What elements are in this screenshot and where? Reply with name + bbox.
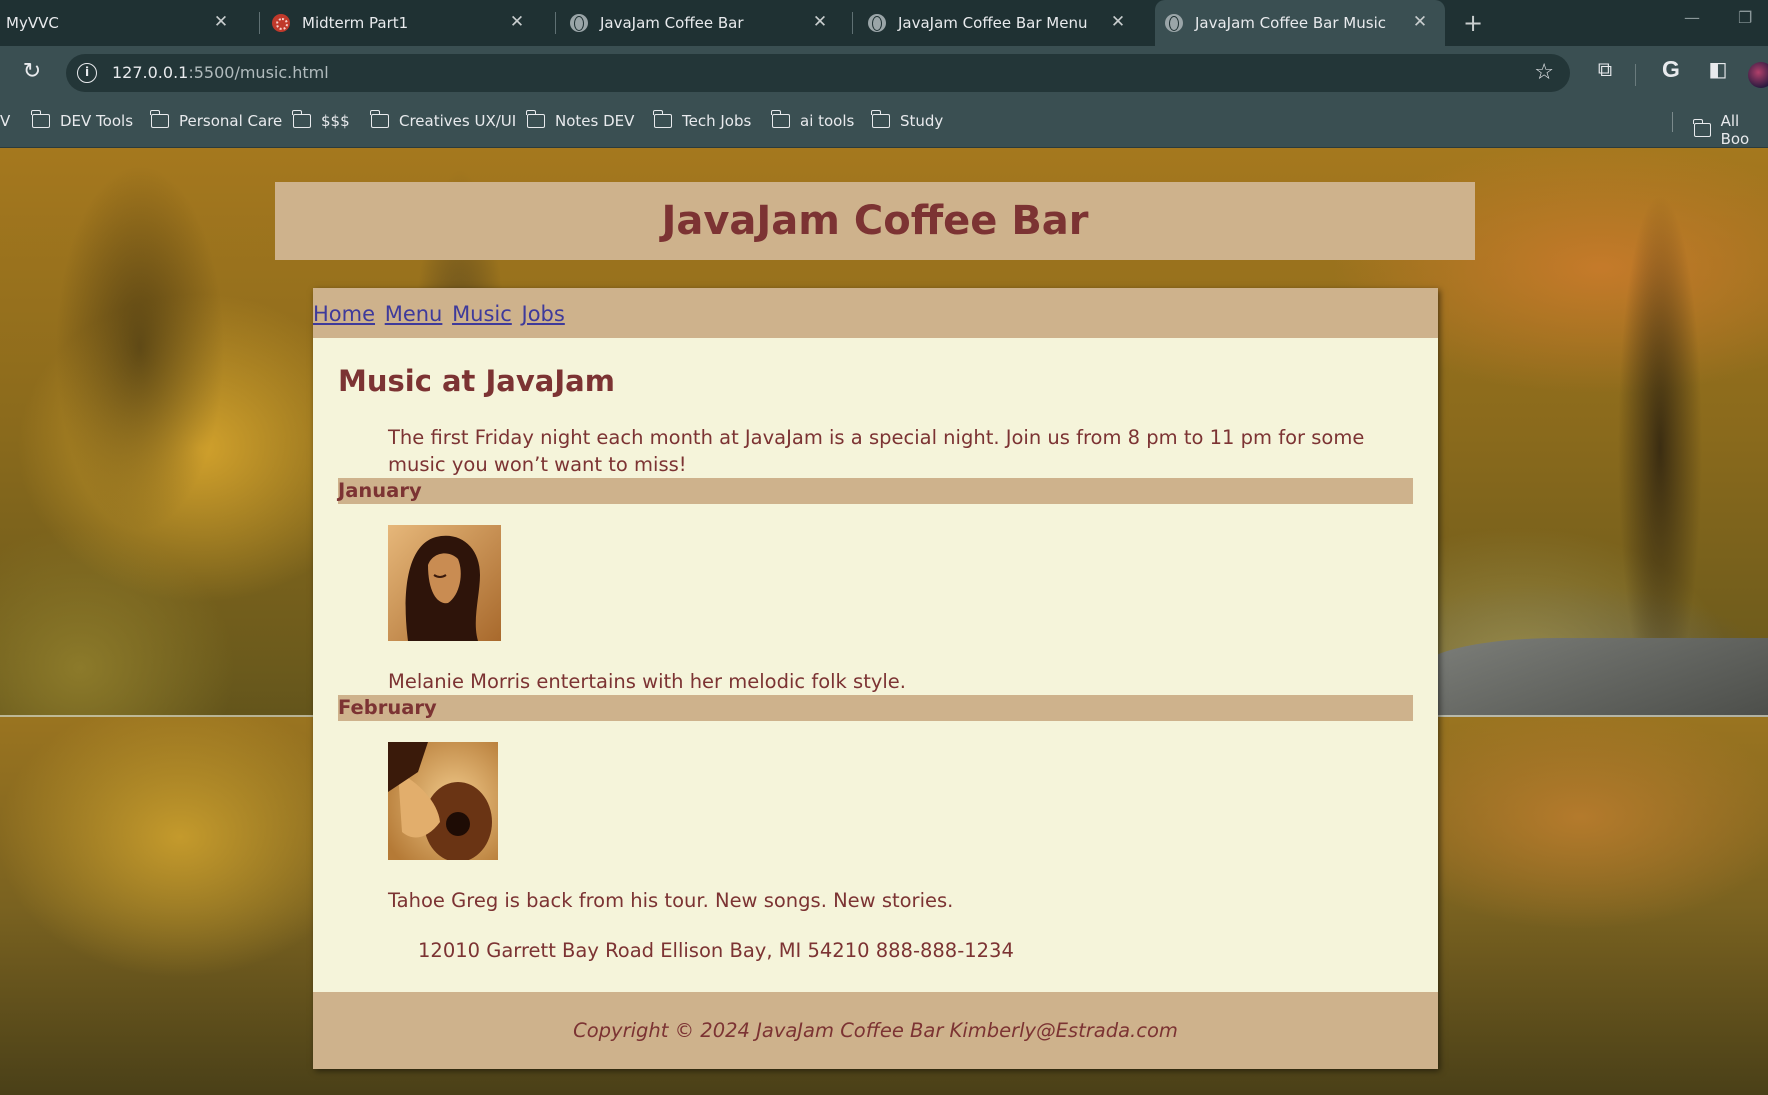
close-icon[interactable]: ✕	[1409, 11, 1431, 33]
toolbar-divider	[1635, 64, 1636, 86]
canvas-logo-icon	[272, 14, 290, 32]
close-icon[interactable]: ✕	[506, 11, 528, 33]
bookmark-study[interactable]: Study	[871, 110, 944, 130]
tab-strip: MyVVC ✕ Midterm Part1 ✕ JavaJam Coffee B…	[0, 0, 1768, 46]
month-heading-january: January	[338, 478, 1413, 504]
folder-icon	[292, 110, 311, 128]
bookmark-ai-tools[interactable]: ai tools	[771, 110, 855, 130]
close-icon[interactable]: ✕	[809, 11, 831, 33]
url-text[interactable]: 127.0.0.1:5500/music.html	[112, 63, 329, 82]
reload-icon[interactable]: ↻	[20, 60, 44, 84]
month-heading-february: February	[338, 695, 1413, 721]
tab-javajam-music[interactable]: JavaJam Coffee Bar Music ✕	[1155, 0, 1445, 46]
nav-music-link[interactable]: Music	[452, 302, 512, 326]
globe-icon	[1165, 14, 1183, 32]
nav-home-link[interactable]: Home	[313, 302, 375, 326]
tab-javajam-menu[interactable]: JavaJam Coffee Bar Menu ✕	[868, 0, 1143, 46]
tab-label: JavaJam Coffee Bar Music	[1195, 14, 1386, 32]
site-title: JavaJam Coffee Bar	[661, 198, 1089, 244]
folder-icon	[871, 110, 890, 128]
site-footer: Copyright © 2024 JavaJam Coffee Bar Kimb…	[313, 992, 1438, 1069]
tab-label: Midterm Part1	[302, 14, 409, 32]
main-content: Music at JavaJam The first Friday night …	[313, 338, 1438, 964]
tab-separator	[852, 12, 853, 34]
bookmark-star-icon[interactable]: ☆	[1534, 60, 1554, 85]
tab-label: JavaJam Coffee Bar	[600, 14, 744, 32]
bookmark-label: ai tools	[800, 112, 855, 130]
bookmark-label: Tech Jobs	[682, 112, 752, 130]
page-viewport: JavaJam Coffee Bar Home Menu Music Jobs …	[0, 148, 1768, 1095]
page-wrapper: Home Menu Music Jobs Music at JavaJam Th…	[313, 288, 1438, 1069]
avatar[interactable]	[1748, 62, 1768, 88]
globe-icon	[868, 14, 886, 32]
footer-copyright: Copyright © 2024 JavaJam Coffee Bar Kimb…	[573, 1019, 1178, 1042]
site-info-icon[interactable]: i	[77, 63, 97, 83]
tab-separator	[259, 12, 260, 34]
bookmark-label: All Boo	[1720, 112, 1750, 148]
folder-icon	[1693, 119, 1711, 137]
bookmark-label: Creatives UX/UI	[399, 112, 517, 130]
site-nav: Home Menu Music Jobs	[313, 288, 1438, 338]
tab-javajam-home[interactable]: JavaJam Coffee Bar ✕	[570, 0, 845, 46]
url-path: :5500/music.html	[188, 63, 329, 82]
browser-toolbar: ↻ i 127.0.0.1:5500/music.html ☆	[0, 46, 1768, 98]
minimize-icon[interactable]: —	[1684, 8, 1700, 27]
page-heading: Music at JavaJam	[338, 364, 615, 398]
tab-myvvc[interactable]: MyVVC ✕	[6, 0, 246, 46]
tab-midterm-part1[interactable]: Midterm Part1 ✕	[272, 0, 542, 46]
google-icon[interactable]: G	[1658, 56, 1684, 82]
bookmark-notes-dev[interactable]: Notes DEV	[526, 110, 635, 130]
folder-icon	[526, 110, 545, 128]
folder-icon	[150, 110, 169, 128]
tab-label: MyVVC	[6, 14, 59, 32]
bookmark-label: $$$	[321, 112, 350, 130]
bookmark-label: Personal Care	[179, 112, 283, 130]
bookmark-dev-tools[interactable]: DEV Tools	[31, 110, 134, 130]
url-host: 127.0.0.1	[112, 63, 189, 82]
bookmark-creatives[interactable]: Creatives UX/UI	[370, 110, 517, 130]
all-bookmarks[interactable]: All Boo	[1693, 112, 1768, 148]
bookmarks-divider	[1672, 112, 1673, 132]
tab-label: JavaJam Coffee Bar Menu	[898, 14, 1088, 32]
february-performer-text: Tahoe Greg is back from his tour. New so…	[388, 889, 954, 912]
restore-icon[interactable]: ❐	[1738, 8, 1752, 27]
site-header: JavaJam Coffee Bar	[275, 182, 1475, 260]
nav-jobs-link[interactable]: Jobs	[522, 302, 565, 326]
guitar-photo	[388, 742, 498, 860]
address-text: 12010 Garrett Bay Road Ellison Bay, MI 5…	[418, 939, 1014, 962]
nav-menu-link[interactable]: Menu	[385, 302, 443, 326]
close-icon[interactable]: ✕	[210, 11, 232, 33]
january-performer-text: Melanie Morris entertains with her melod…	[388, 670, 906, 693]
folder-icon	[771, 110, 790, 128]
bookmark-label: Notes DEV	[555, 112, 635, 130]
bookmark-tech-jobs[interactable]: Tech Jobs	[653, 110, 752, 130]
globe-icon	[570, 14, 588, 32]
new-tab-button[interactable]: +	[1458, 8, 1488, 38]
extensions-icon[interactable]: ⧉	[1592, 56, 1618, 82]
side-panel-icon[interactable]: ◧	[1705, 56, 1731, 82]
folder-icon	[370, 110, 389, 128]
tab-separator	[555, 12, 556, 34]
intro-text: The first Friday night each month at Jav…	[388, 426, 1365, 476]
bookmark-personal-care[interactable]: Personal Care	[150, 110, 283, 130]
bookmark-cut-label[interactable]: V	[0, 112, 10, 130]
bookmark-label: DEV Tools	[60, 112, 134, 130]
bookmark-money[interactable]: $$$	[292, 110, 350, 130]
folder-icon	[31, 110, 50, 128]
close-icon[interactable]: ✕	[1107, 11, 1129, 33]
background-road	[1420, 638, 1768, 718]
address-bar[interactable]: i 127.0.0.1:5500/music.html ☆	[66, 54, 1570, 92]
folder-icon	[653, 110, 672, 128]
melanie-morris-photo	[388, 525, 501, 641]
bookmark-label: Study	[900, 112, 944, 130]
